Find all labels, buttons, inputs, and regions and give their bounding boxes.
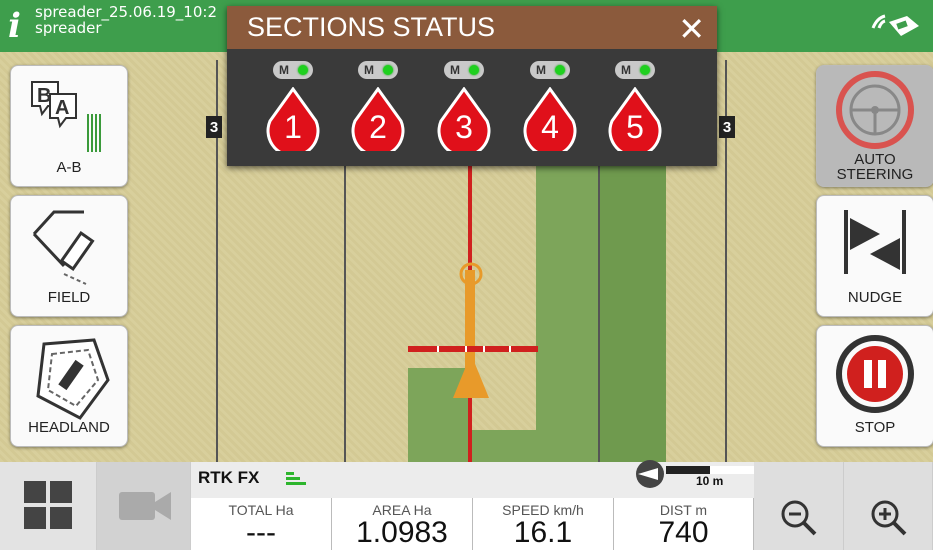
- section-drop[interactable]: 1: [266, 86, 320, 158]
- ab-line-icon: B A: [31, 81, 101, 152]
- dialog-title: SECTIONS STATUS: [247, 12, 496, 42]
- mode-label: M: [364, 63, 374, 77]
- sections-status-dialog: SECTIONS STATUS ✕ M 1 M 2 M 3 M 4 M 5: [227, 6, 717, 166]
- headland-label: HEADLAND: [28, 419, 110, 436]
- screen: 3 3 2 1 2 i spreader_25.06.19_10:2 sprea…: [0, 0, 933, 550]
- mode-label: M: [279, 63, 289, 77]
- svg-text:A: A: [55, 97, 69, 119]
- signal-bars-icon: [286, 472, 306, 485]
- status-led-icon: [469, 65, 479, 75]
- section-number: 1: [284, 109, 302, 145]
- field-button[interactable]: FIELD: [10, 195, 128, 317]
- section-mode-toggle[interactable]: M: [273, 61, 313, 79]
- stat-value: 740: [658, 516, 709, 549]
- headland-button[interactable]: HEADLAND: [10, 325, 128, 447]
- nudge-icon: [844, 210, 906, 274]
- section-number: 2: [369, 109, 387, 145]
- field-icon: [32, 210, 95, 285]
- auto-steering-label: AUTO STEERING: [836, 151, 914, 183]
- mode-label: M: [450, 63, 460, 77]
- section-drop[interactable]: 4: [523, 86, 577, 158]
- status-led-icon: [383, 65, 393, 75]
- gps-signal-icon[interactable]: [867, 10, 923, 42]
- menu-grid-button[interactable]: [0, 462, 97, 550]
- job-name: spreader_25.06.19_10:2: [35, 4, 217, 21]
- zoom-out-icon: [781, 500, 817, 536]
- section-number: 4: [541, 109, 559, 145]
- section-drop[interactable]: 3: [437, 86, 491, 158]
- section-mode-toggle[interactable]: M: [530, 61, 570, 79]
- grid-icon: [24, 481, 72, 529]
- status-led-icon: [298, 65, 308, 75]
- camera-icon: [119, 492, 171, 520]
- stat-distance: DIST m 740: [614, 498, 754, 550]
- zoom-in-icon: [871, 500, 907, 536]
- job-info[interactable]: spreader_25.06.19_10:2 spreader: [35, 4, 225, 36]
- stat-total: TOTAL Ha ---: [191, 498, 332, 550]
- section-mode-toggle[interactable]: M: [358, 61, 398, 79]
- dialog-header: SECTIONS STATUS ✕: [227, 6, 717, 49]
- close-icon[interactable]: ✕: [678, 10, 705, 48]
- stat-area: AREA Ha 1.0983: [332, 498, 473, 550]
- camera-button[interactable]: [97, 462, 191, 550]
- ab-button[interactable]: B A A-B: [10, 65, 128, 187]
- vehicle-icon: [408, 262, 538, 398]
- zoom-in-button[interactable]: [844, 462, 933, 550]
- section-number: 5: [626, 109, 644, 145]
- steering-wheel-icon: [836, 71, 914, 149]
- field-label: FIELD: [47, 289, 91, 306]
- mode-label: M: [621, 63, 631, 77]
- ab-label: A-B: [56, 159, 82, 176]
- section-5[interactable]: M 5: [605, 61, 665, 158]
- scale-label: 10 m: [696, 474, 724, 488]
- lane-number: 3: [719, 116, 735, 138]
- stat-value: 1.0983: [356, 516, 448, 549]
- rtk-label: RTK FX: [198, 468, 260, 487]
- applied-area: [598, 160, 666, 462]
- section-4[interactable]: M 4: [520, 61, 580, 158]
- applied-area: [536, 160, 598, 462]
- applied-area: [468, 430, 536, 462]
- stat-value: ---: [246, 516, 276, 549]
- section-2[interactable]: M 2: [348, 61, 408, 158]
- section-mode-toggle[interactable]: M: [444, 61, 484, 79]
- lane-number: 3: [206, 116, 222, 138]
- bottom-bar: TOTAL Ha --- AREA Ha 1.0983 SPEED km/h 1…: [0, 462, 933, 550]
- stat-value: 16.1: [513, 516, 573, 549]
- section-number: 3: [455, 109, 473, 145]
- nudge-label: NUDGE: [847, 289, 903, 306]
- section-drop[interactable]: 2: [351, 86, 405, 158]
- stat-speed: SPEED km/h 16.1: [473, 498, 614, 550]
- section-mode-toggle[interactable]: M: [615, 61, 655, 79]
- nudge-button[interactable]: NUDGE: [816, 195, 933, 317]
- mode-label: M: [536, 63, 546, 77]
- section-1[interactable]: M 1: [263, 61, 323, 158]
- headland-icon: [36, 338, 110, 420]
- status-led-icon: [640, 65, 650, 75]
- implement-name: spreader: [35, 19, 102, 36]
- section-3[interactable]: M 3: [434, 61, 494, 158]
- info-icon[interactable]: i: [8, 6, 21, 46]
- auto-steering-button[interactable]: AUTO STEERING: [816, 65, 933, 187]
- stop-button[interactable]: STOP: [816, 325, 933, 447]
- rtk-status[interactable]: RTK FX: [198, 460, 328, 496]
- map-scale: 10 m: [632, 458, 754, 492]
- section-drop[interactable]: 5: [608, 86, 662, 158]
- stop-label: STOP: [854, 419, 896, 436]
- status-led-icon: [555, 65, 565, 75]
- zoom-out-button[interactable]: [754, 462, 844, 550]
- stop-pause-icon: [836, 335, 914, 413]
